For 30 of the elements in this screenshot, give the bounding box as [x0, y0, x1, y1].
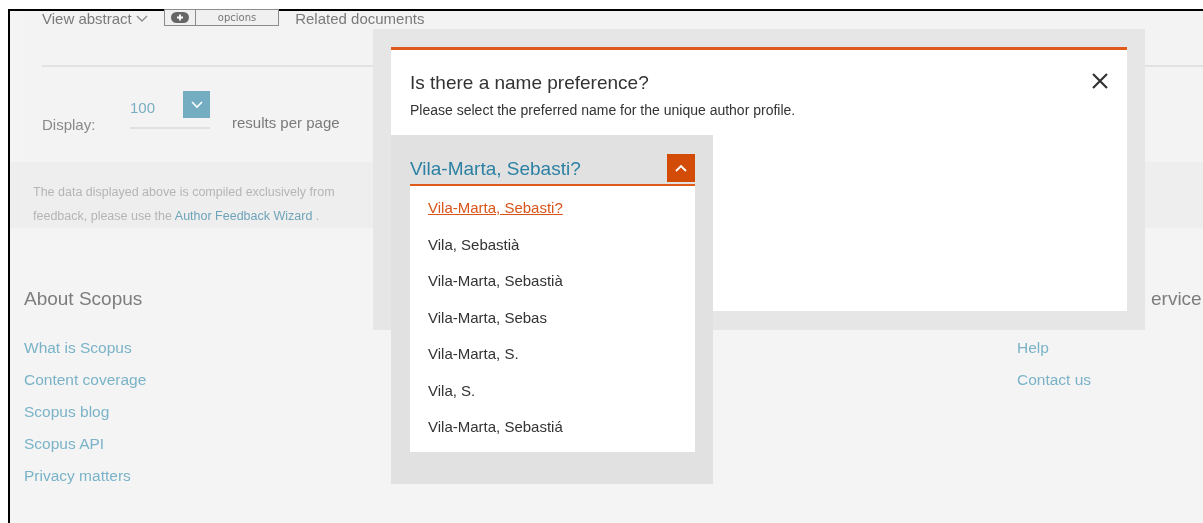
footer-link[interactable]: Privacy matters: [24, 460, 324, 492]
dialog-subtitle: Please select the preferred name for the unique author profile.: [410, 102, 797, 118]
footer-heading: ervice: [1151, 288, 1203, 310]
name-option[interactable]: Vila-Marta, Sebastiá: [410, 409, 695, 446]
related-documents-link[interactable]: Related documents: [295, 9, 425, 29]
name-option[interactable]: Vila-Marta, S.: [410, 336, 695, 373]
name-option[interactable]: Vila-Marta, Sebastià: [410, 263, 695, 300]
author-feedback-link[interactable]: Author Feedback Wizard: [174, 209, 313, 223]
selected-name[interactable]: Vila-Marta, Sebasti?: [410, 158, 581, 180]
results-per-page-label: results per page: [232, 113, 340, 133]
footer-link[interactable]: What is Scopus: [24, 332, 324, 364]
chevron-up-icon: [675, 164, 687, 172]
name-option[interactable]: Vila, Sebastià: [410, 226, 695, 263]
view-abstract-link[interactable]: View abstract: [42, 9, 148, 29]
footer-link[interactable]: Scopus blog: [24, 396, 324, 428]
chevron-down-icon: [190, 100, 203, 109]
footer-heading: About Scopus: [24, 288, 144, 310]
chevron-down-icon: [135, 15, 148, 23]
footer-link[interactable]: Contact us: [1017, 364, 1203, 396]
dialog-title: Is there a name preference?: [410, 72, 649, 94]
display-label: Display:: [42, 116, 97, 133]
footer-link[interactable]: Help: [1017, 332, 1203, 364]
name-option[interactable]: Vila-Marta, Sebas: [410, 299, 695, 336]
footer-link[interactable]: Scopus API: [24, 428, 324, 460]
footer-link[interactable]: Content coverage: [24, 364, 324, 396]
name-option[interactable]: Vila, S.: [410, 372, 695, 409]
options-button[interactable]: opcions: [163, 9, 280, 26]
dropdown-toggle[interactable]: [667, 154, 695, 182]
results-per-page-select[interactable]: 100: [130, 91, 210, 129]
name-option[interactable]: Vila-Marta, Sebasti?: [410, 190, 695, 227]
